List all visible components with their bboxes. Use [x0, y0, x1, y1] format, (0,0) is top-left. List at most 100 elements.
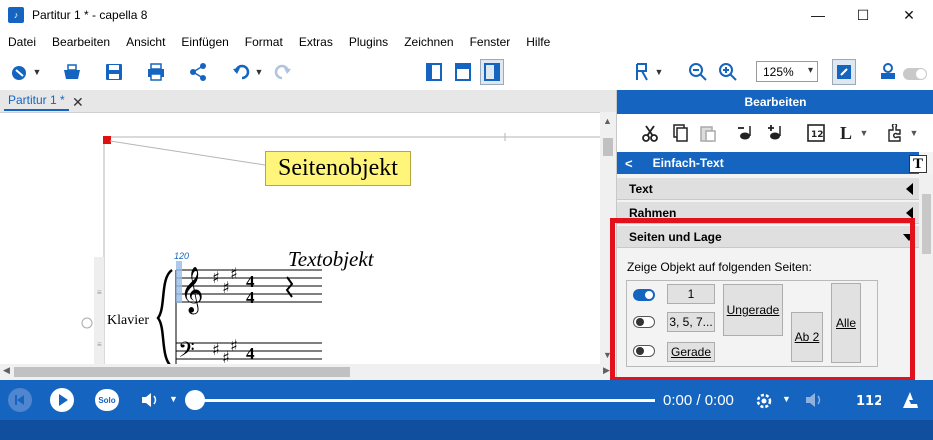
number-icon[interactable]: 12 — [805, 122, 827, 144]
svg-text:≡: ≡ — [97, 288, 102, 297]
odd-pages-list-button[interactable]: 3, 5, 7... — [667, 312, 715, 332]
remove-note-icon[interactable] — [735, 122, 757, 144]
play-icon[interactable] — [50, 388, 74, 412]
scroll-up-icon[interactable]: ▲ — [603, 116, 612, 126]
layout-right-icon[interactable] — [480, 59, 504, 85]
svg-text:♯: ♯ — [212, 340, 220, 359]
panel-scrollbar[interactable] — [919, 174, 933, 380]
section-seiten-lage[interactable]: Seiten und Lage — [617, 226, 919, 248]
tempo-mark: 120 — [174, 251, 190, 261]
score-horizontal-scrollbar[interactable]: ◀ ▶ — [0, 364, 616, 380]
section-seiten-lage-label: Seiten und Lage — [629, 229, 722, 244]
show-on-pages-label: Zeige Objekt auf folgenden Seiten: — [627, 260, 812, 274]
ungerade-button[interactable]: Ungerade — [723, 284, 783, 336]
page-object-text[interactable]: Seitenobjekt — [265, 151, 411, 186]
panel-toolbar: 12 L ▼ ▼ — [617, 114, 933, 152]
capella-logo-icon[interactable] — [900, 390, 920, 413]
score-vertical-scrollbar[interactable]: ▲ ▼ — [600, 112, 616, 364]
scroll-right-icon[interactable]: ▶ — [603, 365, 610, 376]
gerade-button[interactable]: Gerade — [667, 342, 715, 362]
menu-fenster[interactable]: Fenster — [462, 35, 519, 49]
layout-top-icon[interactable] — [451, 59, 475, 85]
text-object[interactable]: Textobjekt — [288, 247, 374, 272]
menu-hilfe[interactable]: Hilfe — [518, 35, 558, 49]
toggle-even-pages[interactable] — [633, 345, 655, 357]
wizard-icon[interactable] — [8, 59, 32, 85]
scroll-down-icon[interactable]: ▼ — [603, 350, 612, 360]
save-icon[interactable] — [102, 59, 126, 85]
window-title: Partitur 1 * - capella 8 — [32, 8, 148, 22]
lyrics-dropdown-icon[interactable]: ▼ — [857, 122, 871, 144]
menu-format[interactable]: Format — [237, 35, 291, 49]
menu-plugins[interactable]: Plugins — [341, 35, 396, 49]
edit-panel: Bearbeiten 12 L ▼ ▼ < Einfach-Text T Tex — [616, 90, 933, 380]
paste-icon[interactable] — [697, 122, 719, 144]
scroll-left-icon[interactable]: ◀ — [3, 365, 10, 376]
section-rahmen[interactable]: Rahmen — [617, 202, 919, 224]
menu-extras[interactable]: Extras — [291, 35, 341, 49]
edit-panel-icon[interactable] — [832, 59, 856, 85]
close-icon[interactable]: ✕ — [72, 94, 84, 111]
zoom-out-icon[interactable] — [686, 59, 710, 85]
zoom-select[interactable]: 125% ▾ — [756, 61, 818, 82]
copy-icon[interactable] — [669, 122, 691, 144]
menu-datei[interactable]: Datei — [0, 35, 44, 49]
playback-view-icon[interactable] — [876, 59, 900, 85]
maximize-button[interactable]: ☐ — [840, 0, 886, 30]
chevron-down-icon: ▾ — [807, 65, 813, 76]
alle-button[interactable]: Alle — [831, 283, 861, 363]
share-icon[interactable] — [186, 59, 210, 85]
section-text[interactable]: Text — [617, 178, 919, 200]
panel-scroll-thumb[interactable] — [922, 194, 931, 254]
toggle-odd-pages[interactable] — [633, 316, 655, 328]
cut-icon[interactable] — [639, 122, 661, 144]
ab-2-button[interactable]: Ab 2 — [791, 312, 823, 362]
back-icon[interactable]: < — [625, 156, 633, 171]
menu-einfuegen[interactable]: Einfügen — [173, 35, 236, 49]
text-icon[interactable]: T — [909, 155, 927, 173]
plugin-icon[interactable] — [883, 122, 905, 144]
plugin-dropdown-icon[interactable]: ▼ — [907, 122, 921, 144]
solo-button[interactable]: Solo — [95, 389, 119, 411]
playback-track[interactable] — [190, 399, 655, 402]
add-note-icon[interactable] — [765, 122, 787, 144]
zoom-in-icon[interactable] — [716, 59, 740, 85]
svg-text:≡: ≡ — [97, 340, 102, 349]
lyrics-icon[interactable]: L — [835, 122, 857, 144]
score-canvas[interactable]: ≡ ≡ 𝄞 ♯ ♯ ♯ 4 4 𝄢 ♯ ♯ ♯ 4 Seitenobjekt T… — [0, 112, 600, 364]
toggle-page-1[interactable] — [633, 289, 655, 301]
undo-icon[interactable] — [230, 59, 254, 85]
menu-zeichnen[interactable]: Zeichnen — [396, 35, 461, 49]
zoom-value: 125% — [763, 64, 794, 79]
mute-icon[interactable] — [804, 390, 826, 413]
menu-bearbeiten[interactable]: Bearbeiten — [44, 35, 118, 49]
settings-dropdown-icon[interactable]: ▼ — [782, 394, 791, 404]
instrument-settings-icon[interactable] — [752, 390, 776, 415]
undo-dropdown-icon[interactable]: ▼ — [252, 59, 266, 85]
tab-partitur-1[interactable]: Partitur 1 * — [4, 91, 69, 111]
rewind-icon[interactable] — [8, 388, 32, 412]
chevron-down-icon[interactable]: ▼ — [30, 59, 44, 85]
playback-position-knob[interactable] — [185, 390, 205, 410]
print-icon[interactable] — [144, 59, 168, 85]
voice-icon[interactable] — [630, 59, 654, 85]
text-type-header: < Einfach-Text — [617, 152, 919, 174]
toolbar-toggle[interactable] — [903, 68, 927, 80]
page-1-button[interactable]: 1 — [667, 284, 715, 304]
layout-left-icon[interactable] — [422, 59, 446, 85]
instrument-label: Klavier — [107, 313, 149, 328]
count-in-icon[interactable]: 112 — [855, 390, 883, 413]
menu-ansicht[interactable]: Ansicht — [118, 35, 173, 49]
volume-dropdown-icon[interactable]: ▼ — [169, 394, 178, 404]
collapse-left-icon — [906, 207, 913, 219]
volume-icon[interactable] — [140, 390, 162, 413]
scroll-thumb[interactable] — [603, 138, 613, 156]
open-folder-icon[interactable] — [60, 59, 84, 85]
capella-icon: ♪ — [8, 7, 24, 23]
redo-icon[interactable] — [270, 59, 294, 85]
seiten-lage-body: Zeige Objekt auf folgenden Seiten: 1 3, … — [617, 250, 919, 380]
close-button[interactable]: ✕ — [886, 0, 932, 30]
voice-dropdown-icon[interactable]: ▼ — [652, 59, 666, 85]
minimize-button[interactable]: — — [795, 0, 841, 30]
scroll-thumb[interactable] — [14, 367, 350, 377]
